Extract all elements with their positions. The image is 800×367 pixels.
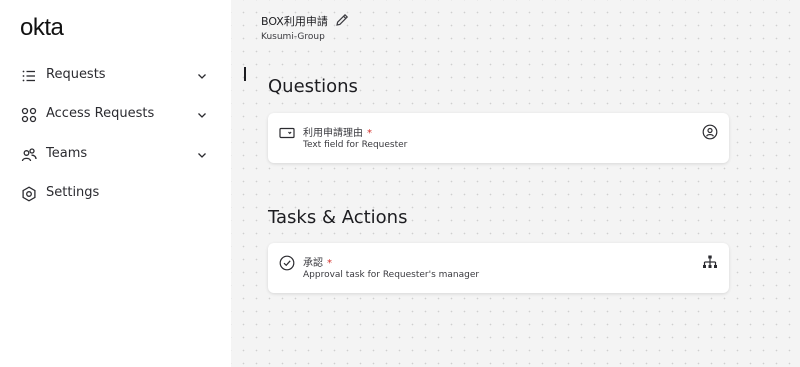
list-icon <box>22 70 35 82</box>
card-subtitle: Text field for Requester <box>303 140 408 150</box>
flow-group-name: Kusumi-Group <box>261 32 325 42</box>
sidebar-item-access-requests[interactable]: Access Requests <box>0 100 231 130</box>
sidebar-item-teams[interactable]: Teams <box>0 140 231 170</box>
sidebar-item-label: Access Requests <box>46 106 155 121</box>
tasks-heading: Tasks & Actions <box>268 207 408 228</box>
chevron-down-icon[interactable] <box>196 70 208 82</box>
sidebar-item-label: Settings <box>46 185 100 200</box>
card-subtitle: Approval task for Requester's manager <box>303 270 480 280</box>
gear-icon <box>22 186 36 202</box>
check-circle-icon <box>279 255 295 271</box>
textfield-icon <box>279 127 295 139</box>
text-cursor <box>244 67 246 81</box>
required-asterisk: * <box>367 128 372 139</box>
questions-heading: Questions <box>268 76 358 97</box>
person-circle-icon[interactable] <box>702 124 718 140</box>
hierarchy-icon[interactable] <box>702 254 718 270</box>
chevron-down-icon[interactable] <box>196 109 208 121</box>
task-card[interactable]: 承認 * Approval task for Requester's manage… <box>268 243 729 293</box>
grid-icon <box>21 107 37 123</box>
sidebar-item-label: Requests <box>46 67 106 82</box>
chevron-down-icon[interactable] <box>196 149 208 161</box>
sidebar-item-settings[interactable]: Settings <box>0 179 231 209</box>
sidebar: okta Requests Access Requests Teams Sett… <box>0 0 231 367</box>
card-title: 利用申請理由 * <box>303 128 372 139</box>
sidebar-item-requests[interactable]: Requests <box>0 61 231 91</box>
people-icon <box>21 148 37 162</box>
card-title: 承認 * <box>303 258 332 269</box>
flow-canvas: BOX利用申請 Kusumi-Group Questions 利用申請理由 * T… <box>231 0 800 367</box>
pencil-icon[interactable] <box>334 12 350 28</box>
question-card[interactable]: 利用申請理由 * Text field for Requester <box>268 113 729 163</box>
flow-title: BOX利用申請 <box>261 15 328 28</box>
required-asterisk: * <box>327 258 332 269</box>
okta-logo[interactable]: okta <box>20 14 64 42</box>
sidebar-item-label: Teams <box>46 146 88 161</box>
